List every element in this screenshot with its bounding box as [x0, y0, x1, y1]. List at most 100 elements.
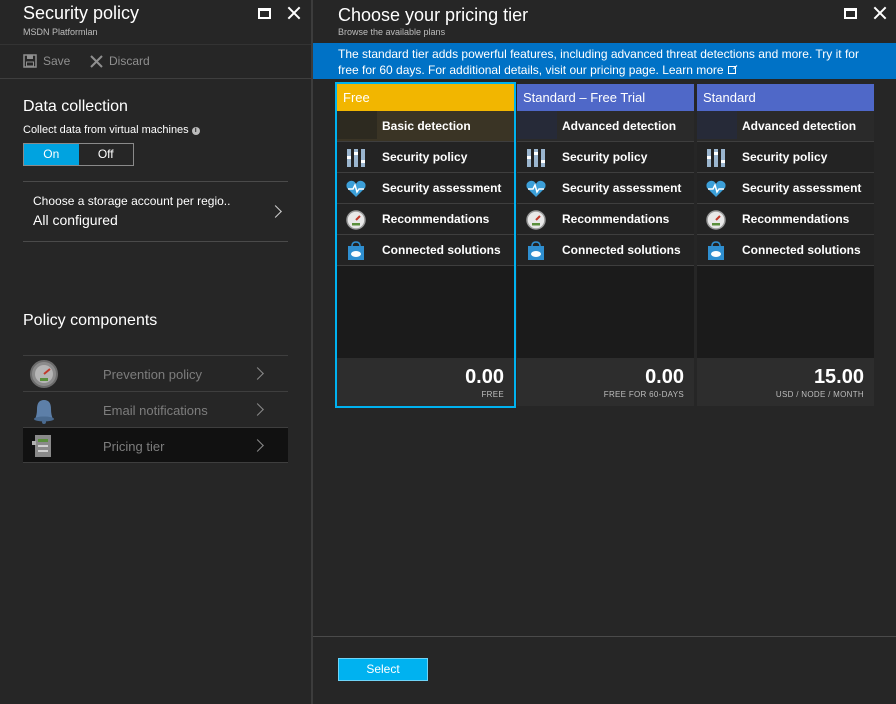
feature-label: Security policy: [742, 150, 828, 164]
toggle-on-option[interactable]: On: [24, 144, 79, 165]
chevron-right-icon: [251, 367, 264, 380]
feature-label: Security assessment: [742, 181, 862, 195]
select-button[interactable]: Select: [338, 658, 428, 681]
discard-label: Discard: [109, 54, 150, 68]
tier-card-free[interactable]: Free Basic detection Security policy Sec…: [335, 82, 516, 408]
tier-feature-detection: Basic detection: [337, 111, 514, 142]
tier-feature-detection: Advanced detection: [697, 111, 874, 142]
storage-label: Choose a storage account per regio..: [33, 194, 231, 208]
storage-value: All configured: [33, 212, 118, 228]
feature-label: Advanced detection: [742, 119, 857, 133]
tier-feature-row: Security assessment: [697, 173, 874, 204]
tier-price-box: 0.00 FREE FOR 60-DAYS: [517, 358, 694, 406]
gauge-icon: [706, 210, 726, 230]
tier-name: Free: [337, 84, 514, 111]
close-icon[interactable]: [874, 7, 886, 19]
tier-feature-row: Security assessment: [517, 173, 694, 204]
connected-solutions-icon: [708, 241, 724, 260]
bell-icon: [34, 400, 54, 424]
save-button[interactable]: Save: [23, 54, 70, 68]
tier-price-box: 0.00 FREE: [337, 358, 514, 406]
feature-label: Security policy: [562, 150, 648, 164]
tier-price-note: FREE: [481, 390, 504, 399]
feature-label: Recommendations: [562, 212, 670, 226]
maximize-icon[interactable]: [258, 7, 271, 19]
pricing-tier-blade: Choose your pricing tier Browse the avai…: [313, 0, 896, 704]
gauge-icon: [30, 360, 58, 388]
feature-label: Security assessment: [562, 181, 682, 195]
tier-feature-row: Security assessment: [337, 173, 514, 204]
tier-card-standard-trial[interactable]: Standard – Free Trial Advanced detection…: [517, 84, 694, 406]
toggle-off-option[interactable]: Off: [79, 144, 134, 165]
tier-name: Standard – Free Trial: [517, 84, 694, 111]
chevron-right-icon: [251, 439, 264, 452]
gauge-icon: [526, 210, 546, 230]
tier-feature-row: Recommendations: [517, 204, 694, 235]
prevention-policy-label: Prevention policy: [103, 367, 202, 382]
security-policy-icon: [347, 149, 365, 167]
tier-feature-row: Connected solutions: [697, 235, 874, 266]
feature-label: Security assessment: [382, 181, 502, 195]
collect-data-toggle[interactable]: On Off: [23, 143, 134, 166]
heart-pulse-icon: [526, 180, 546, 197]
security-policy-icon: [707, 149, 725, 167]
discard-icon: [90, 54, 103, 68]
feature-label: Connected solutions: [562, 243, 681, 257]
policy-item-prevention[interactable]: Prevention policy: [23, 355, 288, 391]
tier-feature-row: Connected solutions: [517, 235, 694, 266]
feature-label: Advanced detection: [562, 119, 677, 133]
tier-price-note: USD / NODE / MONTH: [775, 390, 864, 399]
banner-text: The standard tier adds powerful features…: [338, 47, 859, 77]
feature-label: Connected solutions: [742, 243, 861, 257]
learn-more-link[interactable]: Learn more: [662, 63, 723, 77]
feature-label: Basic detection: [382, 119, 471, 133]
policy-components-list: Prevention policy Email notifications Pr…: [23, 355, 288, 463]
detection-swatch: [697, 111, 737, 139]
policy-components-heading: Policy components: [23, 312, 158, 329]
maximize-icon[interactable]: [844, 7, 857, 19]
detection-swatch: [337, 111, 377, 139]
blade-title: Choose your pricing tier: [338, 5, 529, 25]
footer-divider: [313, 636, 896, 637]
heart-pulse-icon: [706, 180, 726, 197]
command-bar: Save Discard: [0, 44, 311, 79]
feature-label: Security policy: [382, 150, 468, 164]
detection-swatch: [517, 111, 557, 139]
connected-solutions-icon: [348, 241, 364, 260]
tier-card-standard[interactable]: Standard Advanced detection Security pol…: [697, 84, 874, 406]
info-icon[interactable]: i: [191, 127, 200, 135]
save-label: Save: [43, 54, 71, 68]
window-controls: [844, 7, 886, 19]
feature-label: Recommendations: [382, 212, 490, 226]
tier-price: 0.00: [645, 366, 684, 388]
close-icon[interactable]: [288, 7, 300, 19]
blade-title: Security policy: [23, 3, 140, 23]
pricing-icon: [32, 435, 51, 457]
chevron-right-icon: [251, 403, 264, 416]
tier-name: Standard: [697, 84, 874, 111]
tier-feature-row: Recommendations: [697, 204, 874, 235]
tier-feature-row: Security policy: [517, 142, 694, 173]
blade-subtitle: MSDN Platformlan: [23, 27, 98, 37]
connected-solutions-icon: [528, 241, 544, 260]
storage-account-selector[interactable]: Choose a storage account per regio.. All…: [23, 181, 288, 242]
policy-item-email[interactable]: Email notifications: [23, 391, 288, 427]
security-policy-icon: [527, 149, 545, 167]
policy-item-pricing[interactable]: Pricing tier: [23, 427, 288, 463]
feature-label: Connected solutions: [382, 243, 501, 257]
collect-data-label: Collect data from virtual machines i: [23, 124, 200, 136]
discard-button[interactable]: Discard: [90, 54, 150, 68]
pricing-tier-label: Pricing tier: [103, 439, 165, 454]
collect-data-text: Collect data from virtual machines: [23, 124, 189, 136]
info-banner: The standard tier adds powerful features…: [313, 43, 896, 79]
tier-price-note: FREE FOR 60-DAYS: [603, 390, 684, 399]
external-link-icon[interactable]: [727, 66, 736, 74]
security-policy-blade: Security policy MSDN Platformlan Save Di…: [0, 0, 311, 704]
tier-feature-row: Security policy: [337, 142, 514, 173]
chevron-right-icon: [269, 205, 282, 218]
email-notifications-label: Email notifications: [103, 403, 208, 418]
tier-price: 15.00: [813, 366, 864, 388]
tier-price: 0.00: [465, 366, 504, 388]
data-collection-heading: Data collection: [23, 98, 128, 115]
gauge-icon: [346, 210, 366, 230]
